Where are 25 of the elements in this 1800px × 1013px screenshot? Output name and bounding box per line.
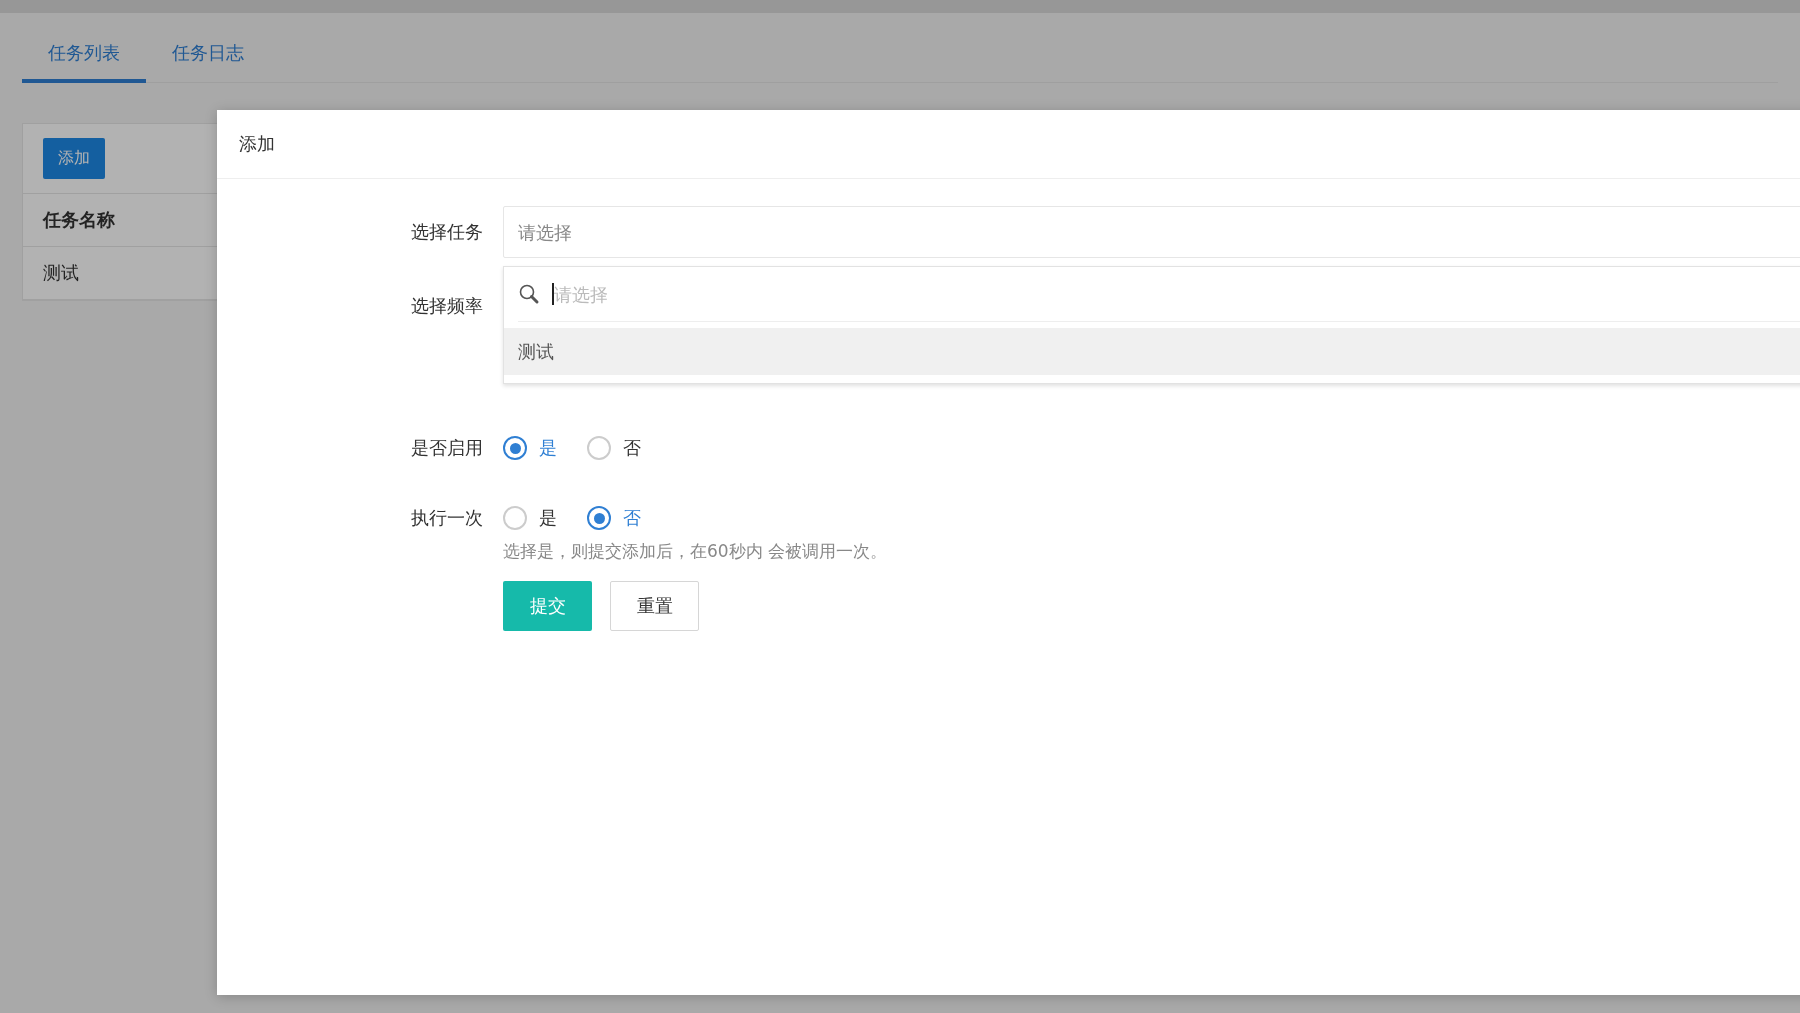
add-button[interactable]: 添加 — [43, 138, 105, 179]
field-label: 选择频率 — [410, 294, 484, 318]
radio-label[interactable]: 否 — [623, 436, 641, 460]
radio-label[interactable]: 是 — [539, 506, 557, 530]
table-cell: 测试 — [43, 261, 79, 285]
dialog-title: 添加 — [239, 132, 275, 156]
radio-button[interactable] — [587, 436, 611, 460]
radio-label[interactable]: 否 — [623, 506, 641, 530]
field-label: 选择任务 — [410, 220, 484, 244]
field-label: 是否启用 — [410, 436, 484, 460]
radio-button[interactable] — [503, 506, 527, 530]
search-icon — [518, 283, 540, 305]
tab[interactable]: 任务日志 — [146, 31, 270, 83]
reset-button[interactable]: 重置 — [610, 581, 699, 631]
field-label: 执行一次 — [410, 506, 484, 530]
radio-button[interactable] — [587, 506, 611, 530]
radio-button[interactable] — [503, 436, 527, 460]
submit-button[interactable]: 提交 — [503, 581, 592, 631]
dropdown-option[interactable]: 测试 — [504, 328, 1800, 375]
hint-text: 选择是，则提交添加后，在60秒内 会被调用一次。 — [503, 540, 889, 563]
radio-label[interactable]: 是 — [539, 436, 557, 460]
column-header: 任务名称 — [43, 208, 115, 232]
tab[interactable]: 任务列表 — [22, 31, 146, 83]
text-cursor — [552, 283, 554, 305]
select-field[interactable]: 请选择 — [503, 206, 1800, 258]
